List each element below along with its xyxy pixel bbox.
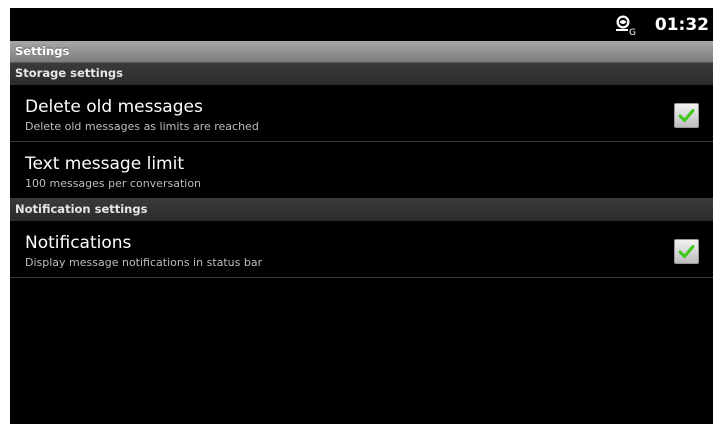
checkmark-icon bbox=[678, 109, 695, 122]
checkmark-icon bbox=[678, 245, 695, 258]
section-header-notification: Notification settings bbox=[10, 199, 713, 221]
pref-title: Text message limit bbox=[25, 154, 184, 174]
pref-notifications[interactable]: Notifications Display message notificati… bbox=[10, 221, 713, 278]
pref-summary: Display message notifications in status … bbox=[25, 256, 263, 269]
pref-summary: Delete old messages as limits are reache… bbox=[25, 120, 259, 133]
pref-title: Notifications bbox=[25, 233, 132, 253]
notifications-checkbox[interactable] bbox=[674, 239, 699, 264]
page-title: Settings bbox=[15, 44, 70, 58]
section-header-storage: Storage settings bbox=[10, 63, 713, 85]
pref-text-message-limit[interactable]: Text message limit 100 messages per conv… bbox=[10, 142, 713, 199]
signal-globe-icon: G bbox=[614, 14, 638, 38]
section-header-label: Notification settings bbox=[15, 202, 148, 216]
android-screen: G 01:32 Settings Storage settings Delete… bbox=[10, 8, 713, 424]
delete-old-messages-checkbox[interactable] bbox=[674, 103, 699, 128]
pref-summary: 100 messages per conversation bbox=[25, 177, 202, 190]
status-bar: G 01:32 bbox=[10, 8, 713, 41]
clock: 01:32 bbox=[654, 15, 709, 35]
svg-text:G: G bbox=[629, 28, 636, 36]
section-header-label: Storage settings bbox=[15, 66, 123, 80]
pref-title: Delete old messages bbox=[25, 97, 203, 117]
pref-delete-old-messages[interactable]: Delete old messages Delete old messages … bbox=[10, 85, 713, 142]
title-bar: Settings bbox=[10, 41, 713, 63]
